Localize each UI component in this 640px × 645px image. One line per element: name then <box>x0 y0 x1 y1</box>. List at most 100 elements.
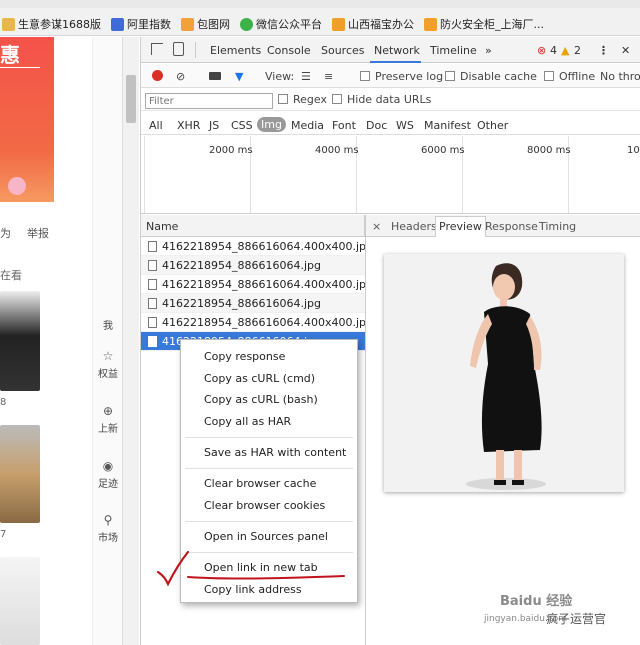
capture-screenshots-icon[interactable] <box>209 72 221 80</box>
menu-save-har[interactable]: Save as HAR with content <box>181 446 357 459</box>
name-column-header[interactable]: Name <box>141 215 365 237</box>
eye-icon: ◉ <box>102 459 114 473</box>
checkbox[interactable] <box>544 71 554 81</box>
menu-open-in-sources[interactable]: Open in Sources panel <box>181 530 357 543</box>
device-mode-icon[interactable] <box>173 42 184 56</box>
filter-icon[interactable]: ▼ <box>235 70 243 83</box>
type-css[interactable]: CSS <box>231 119 253 132</box>
type-img[interactable]: Img <box>257 117 286 132</box>
star-icon: ☆ <box>102 349 114 363</box>
rail-item-market[interactable]: ⚲ 市场 <box>93 513 123 544</box>
more-tabs-button[interactable]: » <box>485 44 492 57</box>
menu-separator <box>185 437 353 438</box>
image-preview <box>384 254 624 492</box>
bookmark-item[interactable]: 阿里指数 <box>111 16 171 32</box>
record-button[interactable] <box>152 70 163 81</box>
tab-timing[interactable]: Timing <box>539 220 576 233</box>
checkbox[interactable] <box>278 94 288 104</box>
rail-item-new[interactable]: ⊕ 上新 <box>93 404 123 435</box>
request-row[interactable]: 4162218954_886616064.400x400.jpg <box>141 275 365 294</box>
bookmark-item[interactable]: 微信公众平台 <box>240 16 322 32</box>
request-row[interactable]: 4162218954_886616064.400x400.jpg <box>141 237 365 256</box>
regex-checkbox[interactable]: Regex <box>278 93 327 106</box>
tab-headers[interactable]: Headers <box>391 220 437 233</box>
menu-icon[interactable]: ⋮ <box>598 44 609 57</box>
product-thumbnail[interactable] <box>0 291 40 391</box>
request-row[interactable]: 4162218954_886616064.jpg <box>141 256 365 275</box>
type-xhr[interactable]: XHR <box>177 119 200 132</box>
tab-preview[interactable]: Preview <box>435 216 486 237</box>
banner-divider <box>0 67 40 68</box>
tab-console[interactable]: Console <box>267 44 311 57</box>
tab-divider <box>195 42 196 58</box>
rail-item-benefits[interactable]: ☆ 权益 <box>93 349 123 380</box>
throttle-select[interactable]: No throt <box>600 70 640 83</box>
timeline-gridline <box>144 136 145 213</box>
checkbox[interactable] <box>332 94 342 104</box>
bookmark-item[interactable]: 山西福宝办公 <box>332 16 414 32</box>
close-details-icon[interactable]: × <box>372 220 381 233</box>
image-file-icon <box>148 298 157 309</box>
scrollbar-thumb[interactable] <box>126 75 136 123</box>
disable-cache-checkbox[interactable]: Disable cache <box>445 70 537 83</box>
hide-data-urls-checkbox[interactable]: Hide data URLs <box>332 93 431 106</box>
warning-count[interactable]: 2 <box>574 44 581 57</box>
bookmark-item[interactable]: 包图网 <box>181 16 230 32</box>
woman-in-black-dress-image <box>384 254 624 492</box>
tab-elements[interactable]: Elements <box>210 44 261 57</box>
product-thumbnail[interactable] <box>0 425 40 523</box>
bookmark-item[interactable]: 生意参谋1688版 <box>2 16 101 32</box>
request-row[interactable]: 4162218954_886616064.400x400.jpg <box>141 313 365 332</box>
warning-icon: ▲ <box>561 44 570 57</box>
list-view-icon[interactable]: ☰ <box>301 70 311 83</box>
type-font[interactable]: Font <box>332 119 356 132</box>
filter-input[interactable] <box>145 93 273 109</box>
type-other[interactable]: Other <box>477 119 508 132</box>
product-thumbnail[interactable] <box>0 557 40 645</box>
offline-checkbox[interactable]: Offline <box>544 70 595 83</box>
bookmark-item[interactable]: 防火安全柜_上海厂... <box>424 16 544 32</box>
menu-clear-cache[interactable]: Clear browser cache <box>181 477 357 490</box>
location-pin-icon: ⚲ <box>103 513 113 527</box>
tab-network[interactable]: Network <box>374 44 420 57</box>
type-ws[interactable]: WS <box>396 119 414 132</box>
overview-icon[interactable]: ≡ <box>324 70 333 83</box>
request-row[interactable]: 4162218954_886616064.jpg <box>141 294 365 313</box>
menu-copy-response[interactable]: Copy response <box>181 350 357 363</box>
type-doc[interactable]: Doc <box>366 119 387 132</box>
type-manifest[interactable]: Manifest <box>424 119 471 132</box>
preserve-log-checkbox[interactable]: Preserve log <box>360 70 443 83</box>
active-tab-indicator <box>370 61 421 63</box>
clear-icon[interactable]: ⊘ <box>176 70 185 83</box>
report-link[interactable]: 举报 <box>27 225 49 241</box>
image-file-icon <box>148 241 157 252</box>
type-all[interactable]: All <box>149 119 163 132</box>
timeline-label: 8000 ms <box>527 145 571 156</box>
rail-item-history[interactable]: ◉ 足迹 <box>93 459 123 490</box>
inspect-icon[interactable] <box>151 43 163 55</box>
tab-timeline[interactable]: Timeline <box>430 44 477 57</box>
menu-open-link-new-tab[interactable]: Open link in new tab <box>181 561 357 574</box>
menu-copy-all-har[interactable]: Copy all as HAR <box>181 415 357 428</box>
tab-sources[interactable]: Sources <box>321 44 365 57</box>
menu-copy-link-address[interactable]: Copy link address <box>181 583 357 596</box>
menu-clear-cookies[interactable]: Clear browser cookies <box>181 499 357 512</box>
rail-item-me[interactable]: 我 <box>93 317 123 332</box>
type-media[interactable]: Media <box>291 119 324 132</box>
page-link[interactable]: 为 <box>0 225 11 241</box>
error-count[interactable]: 4 <box>550 44 557 57</box>
bookmark-icon <box>2 17 15 31</box>
tab-response[interactable]: Response <box>485 220 538 233</box>
menu-copy-curl-bash[interactable]: Copy as cURL (bash) <box>181 393 357 406</box>
menu-copy-curl-cmd[interactable]: Copy as cURL (cmd) <box>181 372 357 385</box>
image-file-icon <box>148 317 157 328</box>
type-js[interactable]: JS <box>209 119 219 132</box>
promo-banner[interactable]: 惠 <box>0 37 54 202</box>
close-icon[interactable]: ✕ <box>621 44 630 57</box>
checkbox[interactable] <box>360 71 370 81</box>
page-scrollbar[interactable] <box>122 37 139 645</box>
pane-divider[interactable] <box>365 215 366 645</box>
plus-circle-icon: ⊕ <box>102 404 114 418</box>
network-overview[interactable]: 2000 ms 4000 ms 6000 ms 8000 ms 10 <box>141 136 640 214</box>
checkbox[interactable] <box>445 71 455 81</box>
